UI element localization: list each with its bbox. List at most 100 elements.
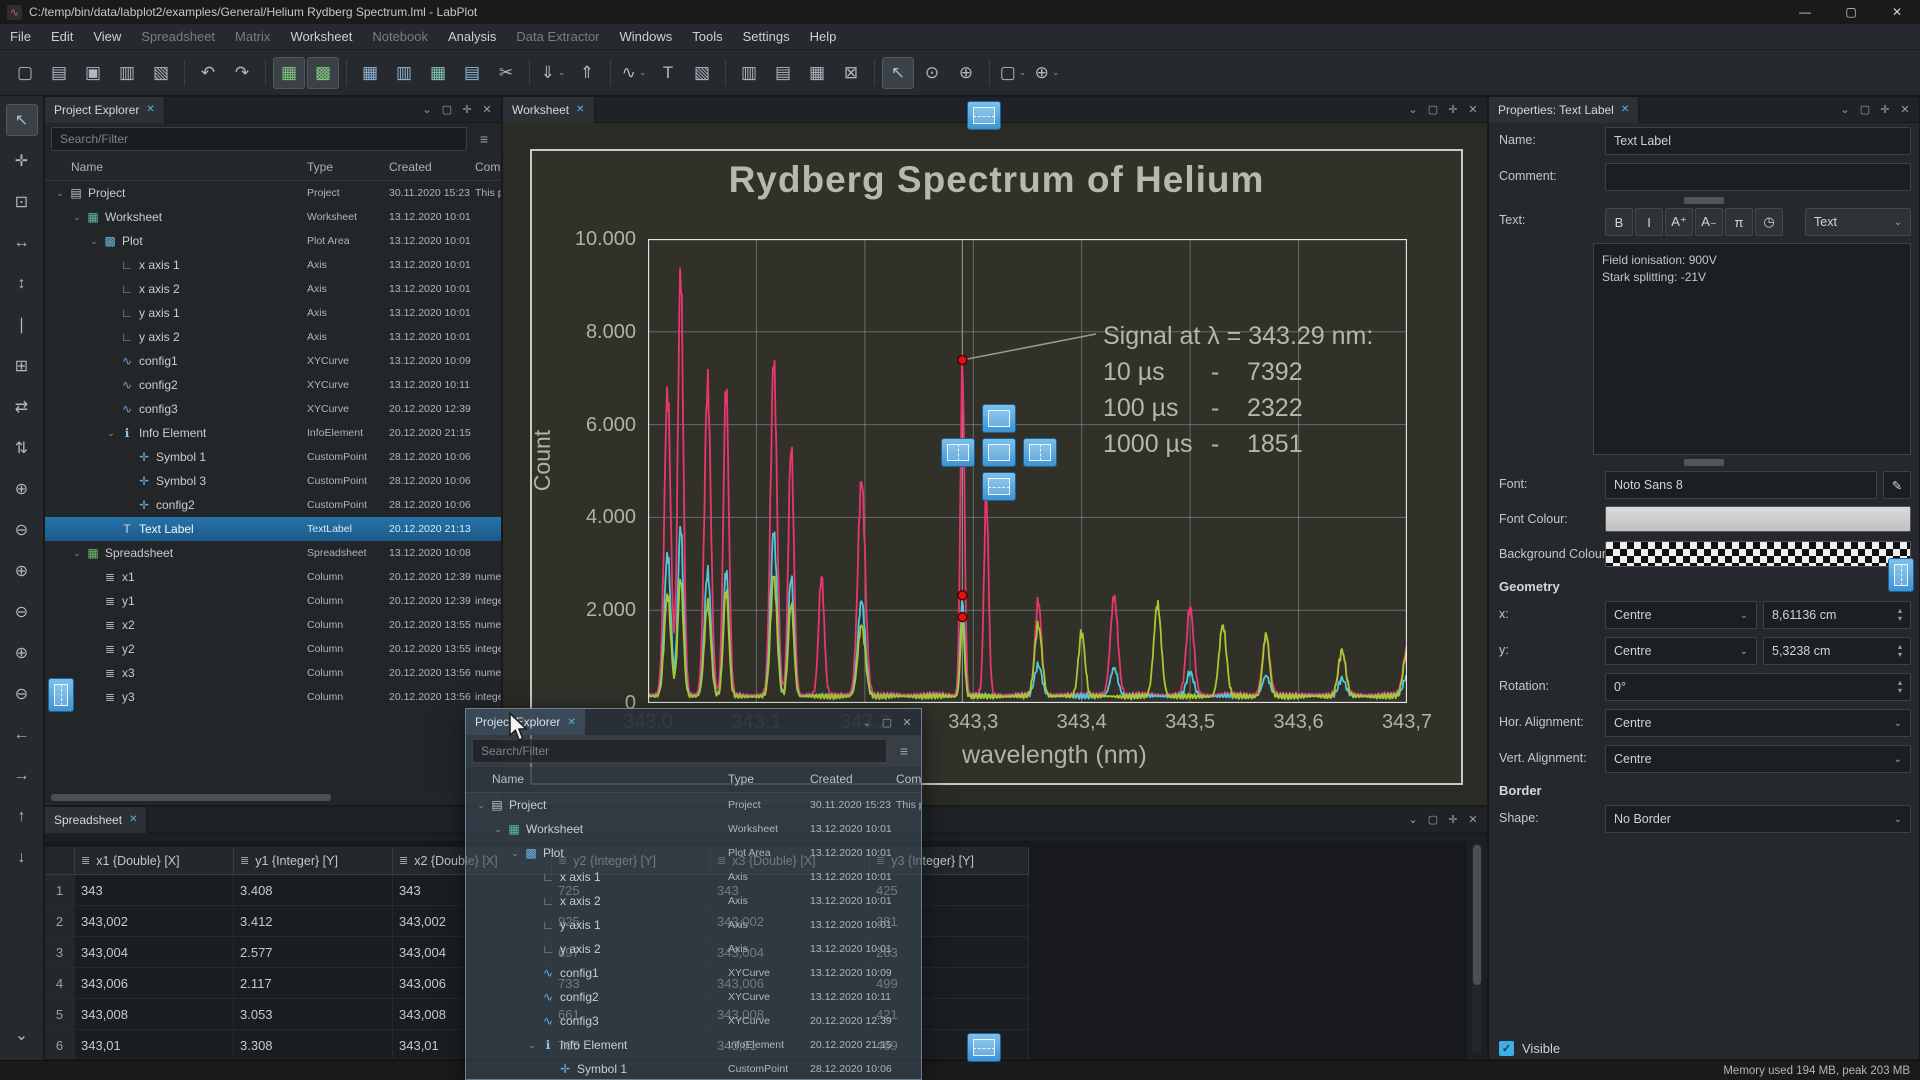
drop-indicator-outer-top[interactable] xyxy=(967,101,1001,130)
name-input[interactable] xyxy=(1605,127,1911,155)
drop-indicator-inner-right[interactable] xyxy=(1023,438,1057,467)
tree-item-x-axis-2[interactable]: ∟x axis 2Axis13.12.2020 10:01 xyxy=(466,889,921,913)
column-header-type[interactable]: Type xyxy=(307,160,333,174)
auto-scale-y-button[interactable]: ⇅ xyxy=(6,432,38,464)
border-shape-combo[interactable]: No Border⌄ xyxy=(1605,805,1911,833)
tree-item-x-axis-1[interactable]: ∟x axis 1Axis13.12.2020 10:01 xyxy=(45,253,501,277)
break-layout-button[interactable]: ⊠ xyxy=(835,57,867,89)
zoom-in-x-button[interactable]: ⊕ xyxy=(6,555,38,587)
floating-tabbar[interactable]: Project Explorer ✕ ⌄▢✕ xyxy=(466,709,921,735)
new-matrix-button[interactable]: ▦ xyxy=(422,57,454,89)
tree-item-plot[interactable]: ⌄▩PlotPlot Area13.12.2020 10:01 xyxy=(466,841,921,865)
explorer-column-header[interactable]: Name Type Created Comment xyxy=(45,155,501,181)
drop-indicator-outer-left[interactable] xyxy=(48,678,74,712)
text-mode-combo[interactable]: Text⌄ xyxy=(1805,208,1911,236)
drop-indicator-inner-top[interactable] xyxy=(982,404,1016,433)
float-icon[interactable]: ▢ xyxy=(1855,100,1875,120)
menu-worksheet[interactable]: Worksheet xyxy=(280,24,362,49)
shift-right-x-button[interactable]: → xyxy=(6,760,38,792)
plot-title[interactable]: Rydberg Spectrum of Helium xyxy=(532,159,1461,201)
plot-area[interactable]: Rydberg Spectrum of Helium Count wavelen… xyxy=(530,149,1463,785)
row-header[interactable]: 3 xyxy=(45,937,75,968)
drop-indicator-inner-bottom[interactable] xyxy=(982,472,1016,501)
search-input[interactable] xyxy=(472,739,887,763)
tab-properties-text-label[interactable]: Properties: Text Label ✕ xyxy=(1489,97,1639,123)
auto-scale-button[interactable]: ⊞ xyxy=(6,350,38,382)
tree-item-symbol-3[interactable]: ✛Symbol 3CustomPoint28.12.2020 10:06 xyxy=(45,469,501,493)
horizontal-layout-button[interactable]: ▤ xyxy=(767,57,799,89)
toggle-project-explorer-button[interactable]: ▦ xyxy=(273,57,305,89)
shift-left-x-button[interactable]: ← xyxy=(6,719,38,751)
menu-notebook[interactable]: Notebook xyxy=(362,24,438,49)
table-cell[interactable]: 2.117 xyxy=(234,968,393,999)
tab-worksheet[interactable]: Worksheet ✕ xyxy=(503,97,595,123)
expander-icon[interactable]: ⌄ xyxy=(70,212,84,223)
explorer-column-header[interactable]: Name Type Created Comment xyxy=(466,767,921,793)
row-header[interactable]: 5 xyxy=(45,999,75,1030)
close-icon[interactable]: ✕ xyxy=(576,104,584,115)
undo-button[interactable]: ↶ xyxy=(192,57,224,89)
expander-icon[interactable]: ⌄ xyxy=(53,188,67,199)
select-edit-tool[interactable]: ↖ xyxy=(6,104,38,136)
pin-icon[interactable]: ✛ xyxy=(1443,810,1463,830)
zoom-region-button[interactable]: ⊕⌄ xyxy=(1031,57,1063,89)
tree-item-symbol-1[interactable]: ✛Symbol 1CustomPoint28.12.2020 10:06 xyxy=(45,445,501,469)
font-input[interactable] xyxy=(1605,471,1877,499)
column-header-comment[interactable]: Comment xyxy=(475,160,501,174)
tree-item-y3[interactable]: ≣y3Column20.12.2020 13:56integer da xyxy=(45,685,501,709)
data-extractor-button[interactable]: ✂ xyxy=(490,57,522,89)
font-colour-swatch[interactable] xyxy=(1605,506,1911,532)
superscript-button[interactable]: A⁺ xyxy=(1665,208,1693,236)
row-header[interactable]: 4 xyxy=(45,968,75,999)
background-colour-swatch[interactable] xyxy=(1605,541,1911,567)
tree-item-x-axis-2[interactable]: ∟x axis 2Axis13.12.2020 10:01 xyxy=(45,277,501,301)
toggle-properties-explorer-button[interactable]: ▩ xyxy=(307,57,339,89)
tree-item-info-element[interactable]: ⌄ℹInfo ElementInfoElement20.12.2020 21:1… xyxy=(45,421,501,445)
select-region-button[interactable]: ▢⌄ xyxy=(997,57,1029,89)
new-worksheet-button[interactable]: ▦ xyxy=(354,57,386,89)
table-cell[interactable]: 343,004 xyxy=(75,937,234,968)
zoom-in-button[interactable]: ⊕ xyxy=(6,473,38,505)
vert-alignment-combo[interactable]: Centre⌄ xyxy=(1605,745,1911,773)
open-project-button[interactable]: ▤ xyxy=(43,57,75,89)
column-header-y1[interactable]: ≣y1 {Integer} [Y] xyxy=(234,847,393,875)
select-tool-button[interactable]: ↖ xyxy=(882,57,914,89)
shift-up-y-button[interactable]: ↑ xyxy=(6,801,38,833)
hor-alignment-combo[interactable]: Centre⌄ xyxy=(1605,709,1911,737)
menu-file[interactable]: File xyxy=(0,24,41,49)
close-icon[interactable]: ✕ xyxy=(567,717,575,728)
tree-item-x2[interactable]: ≣x2Column20.12.2020 13:55numerical xyxy=(45,613,501,637)
close-icon[interactable]: ✕ xyxy=(1463,100,1483,120)
tree-item-config2[interactable]: ✛config2CustomPoint28.12.2020 10:06 xyxy=(45,493,501,517)
new-workbook-button[interactable]: ▤ xyxy=(456,57,488,89)
close-icon[interactable]: ✕ xyxy=(129,814,137,825)
close-icon[interactable]: ✕ xyxy=(1895,100,1915,120)
pin-icon[interactable]: ✛ xyxy=(1443,100,1463,120)
drop-indicator-outer-bottom[interactable] xyxy=(967,1033,1001,1062)
menu-settings[interactable]: Settings xyxy=(733,24,800,49)
table-cell[interactable]: 3.412 xyxy=(234,906,393,937)
float-icon[interactable]: ▢ xyxy=(1423,100,1443,120)
tree-item-x1[interactable]: ≣x1Column20.12.2020 12:39numerical xyxy=(45,565,501,589)
drop-indicator-center[interactable] xyxy=(982,438,1016,467)
maximize-button[interactable]: ▢ xyxy=(1828,0,1874,24)
float-icon[interactable]: ▢ xyxy=(437,100,457,120)
tree-item-worksheet[interactable]: ⌄▦WorksheetWorksheet13.12.2020 10:01 xyxy=(45,205,501,229)
menu-view[interactable]: View xyxy=(83,24,131,49)
shift-down-y-button[interactable]: ↓ xyxy=(6,842,38,874)
add-plot-button[interactable]: ∿⌄ xyxy=(618,57,650,89)
tree-item-info-element[interactable]: ⌄ℹInfo ElementInfoElement20.12.2020 21:1… xyxy=(466,1033,921,1057)
add-text-label-button[interactable]: T xyxy=(652,57,684,89)
expander-icon[interactable]: ⌄ xyxy=(525,1040,539,1051)
tree-item-plot[interactable]: ⌄▩PlotPlot Area13.12.2020 10:01 xyxy=(45,229,501,253)
table-cell[interactable]: 2.577 xyxy=(234,937,393,968)
close-icon[interactable]: ✕ xyxy=(1463,810,1483,830)
column-header-comment[interactable]: Comment xyxy=(896,772,922,786)
table-cell[interactable]: 343,002 xyxy=(75,906,234,937)
export-button[interactable]: ⇑ xyxy=(571,57,603,89)
search-input[interactable] xyxy=(51,127,467,151)
zoom-tool-button[interactable]: ⊕ xyxy=(950,57,982,89)
drop-indicator-inner-left[interactable] xyxy=(941,438,975,467)
navigate-tool[interactable]: ✛ xyxy=(6,145,38,177)
x-axis-label[interactable]: wavelength (nm) xyxy=(962,741,1147,770)
